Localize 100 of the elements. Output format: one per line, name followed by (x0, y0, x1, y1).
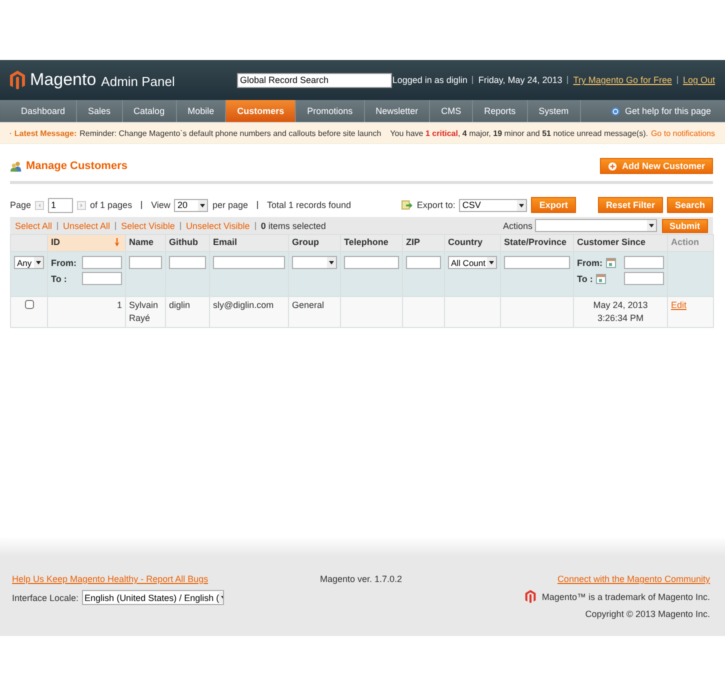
table-cell: sly@diglin.com (213, 300, 274, 310)
nav-tab[interactable]: Reports (473, 100, 528, 122)
submit-button[interactable]: Submit (662, 218, 708, 232)
header-link[interactable]: Log Out (682, 75, 715, 85)
column-header[interactable]: Github (166, 234, 210, 252)
filter-select[interactable]: All Count (448, 256, 497, 269)
from-field[interactable] (82, 256, 122, 269)
actions-select[interactable] (534, 219, 656, 232)
from-field[interactable] (624, 256, 664, 269)
next-page-icon[interactable] (77, 200, 86, 210)
table-cell: May 24, 2013 3:26:34 PM (593, 300, 648, 324)
help-icon (610, 106, 620, 116)
mass-select-link[interactable]: Select All (15, 220, 52, 230)
header-link[interactable]: Try Magento Go for Free (573, 75, 672, 85)
calendar-icon[interactable] (606, 258, 616, 268)
per-page-label: per page (212, 200, 248, 210)
mass-select-link[interactable]: Unselect All (63, 220, 110, 230)
nav-tab[interactable]: Dashboard (10, 100, 78, 122)
filter-field[interactable] (169, 256, 206, 269)
table-cell: Sylvain Rayé (129, 300, 158, 324)
page-label: Page (10, 200, 32, 210)
nav-tab[interactable]: Sales (77, 100, 123, 122)
mass-select-link[interactable]: Select Visible (121, 220, 175, 230)
table-cell: diglin (169, 300, 190, 310)
copyright-text: Copyright © 2013 Magento Inc. (585, 609, 710, 619)
nav-tab[interactable]: Catalog (122, 100, 177, 122)
notice-summary: You have 1 critical, 4 major, 19 minor and 51 notice unread message(s). (390, 128, 648, 138)
help-link[interactable]: Get help for this page (624, 106, 711, 116)
table-cell: General (292, 300, 324, 310)
locale-select[interactable]: English (United States) / English ( (82, 590, 224, 605)
view-label: View (151, 200, 170, 210)
column-header[interactable]: Country (444, 234, 500, 252)
version-label: Magento ver. 1.7.0.2 (320, 574, 402, 584)
selected-count: 0 items selected (260, 220, 326, 230)
edit-link[interactable]: Edit (671, 300, 687, 310)
nav-tab[interactable]: Promotions (296, 100, 365, 122)
column-header[interactable]: Telephone (340, 234, 402, 252)
logo-icon (524, 590, 536, 603)
total-records: Total 1 records found (266, 200, 352, 210)
column-header[interactable]: Customer Since (574, 234, 668, 252)
community-link[interactable]: Connect with the Magento Community (557, 574, 710, 584)
plus-icon (608, 162, 617, 170)
report-bugs-link[interactable]: Help Us Keep Magento Healthy - Report All Bugs (12, 574, 245, 584)
view-select[interactable]: 20 (174, 198, 208, 212)
mass-select-link[interactable]: Unselect Visible (186, 220, 250, 230)
table-cell: 1 (116, 300, 122, 310)
logo-subtitle: Admin Panel (101, 74, 175, 89)
column-header[interactable]: Group (288, 234, 340, 252)
filter-field[interactable] (213, 256, 285, 269)
filter-field[interactable] (406, 256, 441, 269)
to-field[interactable] (624, 272, 664, 285)
filter-select[interactable] (292, 256, 337, 269)
caret-icon (517, 200, 526, 210)
page-count: of 1 pages (90, 200, 132, 210)
filter-select[interactable]: Any (14, 256, 44, 269)
caret-icon (34, 257, 43, 268)
add-new-customer-button[interactable]: Add New Customer (600, 158, 713, 174)
message-text: Reminder: Change Magento`s default phone numbers and callouts before site launch (80, 128, 382, 138)
nav-tab[interactable]: System (528, 100, 581, 122)
user-label: Logged in as diglin (392, 75, 468, 85)
logo-text: Magento (30, 70, 96, 90)
nav-tab[interactable]: Customers (226, 100, 296, 122)
logo-icon (10, 70, 25, 90)
from-label: From: (577, 258, 602, 268)
to-label: To : (577, 274, 593, 284)
customers-icon (10, 160, 22, 172)
nav-tab[interactable]: Newsletter (364, 100, 430, 122)
export-format-select[interactable]: CSV (459, 198, 528, 212)
column-header[interactable]: ID (48, 234, 126, 252)
search-button[interactable]: Search (666, 197, 713, 213)
page-field[interactable]: 1 (48, 198, 74, 212)
trademark-text: Magento™ is a trademark of Magento Inc. (542, 592, 710, 602)
previous-page-icon[interactable] (35, 200, 44, 210)
from-label: From: (51, 258, 76, 268)
column-header[interactable]: Name (126, 234, 166, 252)
filter-field[interactable] (504, 256, 570, 269)
reset-filter-button[interactable]: Reset Filter (598, 197, 663, 213)
column-header[interactable]: Action (668, 234, 714, 252)
caret-icon (327, 257, 336, 268)
sort-arrow-icon (114, 238, 120, 247)
to-field[interactable] (82, 272, 122, 285)
row-checkbox[interactable] (24, 300, 34, 309)
caret-icon (646, 220, 656, 231)
export-icon (400, 200, 413, 210)
caret-icon (487, 257, 496, 268)
caret-icon (198, 200, 208, 210)
column-header[interactable]: State/Province (500, 234, 574, 252)
filter-field[interactable] (129, 256, 162, 269)
page-title: Manage Customers (26, 160, 128, 172)
export-button[interactable]: Export (531, 197, 576, 213)
message-label: Latest Message: (14, 128, 77, 138)
global-search-field[interactable]: Global Record Search (236, 72, 392, 88)
calendar-icon[interactable] (596, 274, 606, 284)
actions-label: Actions (502, 220, 532, 230)
nav-tab[interactable]: CMS (430, 100, 474, 122)
filter-field[interactable] (344, 256, 399, 269)
locale-label: Interface Locale: (12, 592, 79, 602)
column-header[interactable]: ZIP (402, 234, 444, 252)
notifications-link[interactable]: Go to notifications (650, 128, 715, 138)
column-header[interactable]: Email (210, 234, 288, 252)
